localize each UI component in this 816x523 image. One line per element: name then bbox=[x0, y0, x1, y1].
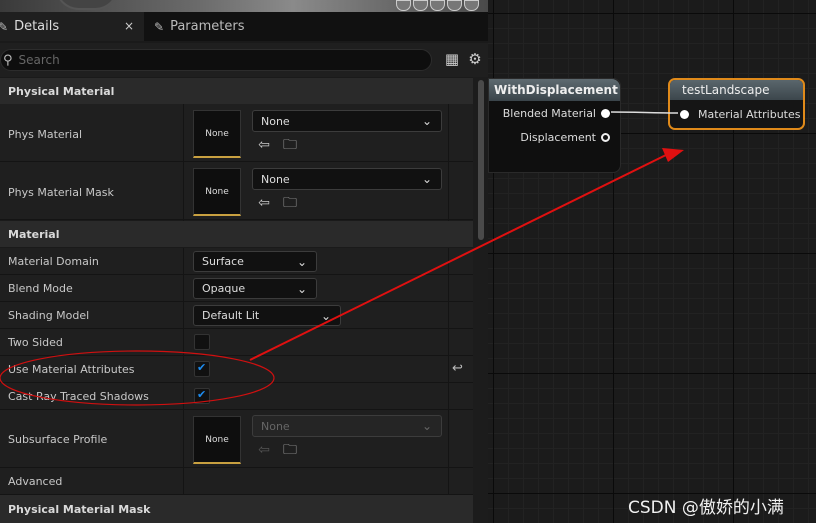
cast-ray-traced-shadows-checkbox[interactable] bbox=[194, 388, 210, 404]
chevron-down-icon: ⌄ bbox=[296, 282, 307, 296]
prop-label: Blend Mode bbox=[8, 282, 73, 295]
scrollbar-thumb[interactable] bbox=[478, 80, 484, 240]
prop-row-shading-model: Shading Model Default Lit ⌄ bbox=[0, 302, 473, 329]
browse-icon[interactable]: 🗀 bbox=[282, 195, 298, 211]
pin-connected-icon[interactable] bbox=[680, 110, 692, 119]
column-divider bbox=[183, 248, 184, 495]
search-icon: ⚲ bbox=[3, 52, 13, 68]
blend-node[interactable]: WithDisplacement Blended Material Displa… bbox=[488, 78, 621, 173]
select-value: Default Lit bbox=[202, 309, 260, 322]
pin-label: Displacement bbox=[520, 131, 596, 144]
use-selected-icon[interactable]: ⇦ bbox=[256, 195, 272, 211]
tab-details-label: Details bbox=[14, 19, 60, 34]
landscape-node[interactable]: testLandscape Material Attributes bbox=[668, 78, 805, 130]
pin-unconnected-icon[interactable] bbox=[601, 133, 610, 142]
use-selected-icon[interactable]: ⇦ bbox=[256, 442, 272, 458]
shading-model-select[interactable]: Default Lit ⌄ bbox=[193, 305, 341, 326]
details-tab-icon: ✎ bbox=[0, 19, 9, 34]
asset-thumbnail[interactable]: None bbox=[193, 110, 241, 158]
section-title: Material bbox=[8, 227, 60, 241]
prop-row-two-sided: Two Sided bbox=[0, 329, 473, 356]
chevron-down-icon: ⌄ bbox=[320, 309, 331, 323]
prop-label: Material Domain bbox=[8, 255, 99, 268]
tab-parameters-label: Parameters bbox=[170, 19, 245, 34]
pin-connected-icon[interactable] bbox=[601, 109, 610, 118]
prop-label: Two Sided bbox=[8, 336, 63, 349]
select-value: Opaque bbox=[202, 282, 246, 295]
asset-picker-dropdown[interactable]: None ⌄ bbox=[252, 415, 442, 437]
browse-icon[interactable]: 🗀 bbox=[282, 442, 298, 458]
close-icon[interactable]: × bbox=[124, 19, 134, 33]
input-pin-material-attributes[interactable]: Material Attributes bbox=[680, 108, 801, 121]
prop-row-material-domain: Material Domain Surface ⌄ bbox=[0, 248, 473, 275]
watermark: CSDN @傲娇的小满 bbox=[628, 498, 784, 518]
tab-details[interactable]: ✎ Details × bbox=[0, 12, 144, 41]
column-divider bbox=[183, 104, 184, 221]
pencil-icon: ✎ bbox=[154, 19, 165, 34]
output-pin-blended-material[interactable]: Blended Material bbox=[503, 107, 610, 120]
browse-icon[interactable]: 🗀 bbox=[282, 137, 298, 153]
tab-bar: ✎ Details × ✎ Parameters bbox=[0, 12, 488, 41]
column-divider bbox=[448, 104, 449, 221]
blend-mode-select[interactable]: Opaque ⌄ bbox=[193, 278, 317, 299]
use-material-attributes-checkbox[interactable] bbox=[194, 361, 210, 377]
material-domain-select[interactable]: Surface ⌄ bbox=[193, 251, 317, 272]
details-panel: ✎ Details × ✎ Parameters ⚲ Search ▦ ⚙ Ph… bbox=[0, 0, 488, 523]
prop-label: Phys Material Mask bbox=[8, 186, 114, 199]
prop-row-subsurface-profile: Subsurface Profile None None ⌄ ⇦ 🗀 bbox=[0, 410, 473, 468]
prop-label: Shading Model bbox=[8, 309, 90, 322]
section-physical-material[interactable]: Physical Material bbox=[0, 78, 473, 104]
section-title: Physical Material bbox=[8, 84, 115, 98]
column-divider bbox=[448, 248, 449, 495]
two-sided-checkbox[interactable] bbox=[194, 334, 210, 350]
asset-thumbnail[interactable]: None bbox=[193, 416, 241, 464]
reset-to-default-icon[interactable]: ↩ bbox=[452, 361, 463, 376]
prop-label: Use Material Attributes bbox=[8, 363, 135, 376]
prop-label: Subsurface Profile bbox=[8, 433, 108, 446]
prop-row-phys-material: Phys Material None None ⌄ ⇦ 🗀 bbox=[0, 104, 473, 162]
prop-label: Cast Ray Traced Shadows bbox=[8, 390, 149, 403]
select-value: Surface bbox=[202, 255, 244, 268]
prop-row-phys-material-mask: Phys Material Mask None None ⌄ ⇦ 🗀 bbox=[0, 162, 473, 220]
asset-picker-dropdown[interactable]: None ⌄ bbox=[252, 110, 442, 132]
section-material[interactable]: Material bbox=[0, 221, 473, 247]
search-placeholder: Search bbox=[18, 53, 60, 67]
asset-picker-dropdown[interactable]: None ⌄ bbox=[252, 168, 442, 190]
chevron-down-icon: ⌄ bbox=[421, 419, 432, 433]
chevron-down-icon: ⌄ bbox=[421, 172, 432, 186]
asset-picker-value: None bbox=[261, 419, 290, 433]
prop-row-advanced[interactable]: Advanced bbox=[0, 468, 473, 495]
tab-parameters[interactable]: ✎ Parameters bbox=[148, 12, 328, 41]
prop-row-cast-ray-traced-shadows: Cast Ray Traced Shadows bbox=[0, 383, 473, 410]
advanced-expander: Advanced bbox=[8, 475, 63, 488]
chevron-down-icon: ⌄ bbox=[421, 114, 432, 128]
gear-icon[interactable]: ⚙ bbox=[467, 51, 483, 67]
search-input[interactable]: ⚲ Search bbox=[0, 49, 432, 71]
node-title: testLandscape bbox=[670, 80, 803, 100]
table-view-icon[interactable]: ▦ bbox=[444, 51, 460, 67]
asset-picker-value: None bbox=[261, 114, 290, 128]
node-title: WithDisplacement bbox=[489, 79, 620, 101]
asset-picker-value: None bbox=[261, 172, 290, 186]
asset-thumbnail[interactable]: None bbox=[193, 168, 241, 216]
prop-label: Phys Material bbox=[8, 128, 83, 141]
prop-row-use-material-attributes: Use Material Attributes ↩ bbox=[0, 356, 473, 383]
use-selected-icon[interactable]: ⇦ bbox=[256, 137, 272, 153]
section-title: Physical Material Mask bbox=[8, 502, 151, 516]
pin-label: Blended Material bbox=[502, 107, 596, 120]
search-row: ⚲ Search ▦ ⚙ bbox=[0, 43, 488, 77]
output-pin-displacement[interactable]: Displacement bbox=[520, 131, 610, 144]
prop-row-blend-mode: Blend Mode Opaque ⌄ bbox=[0, 275, 473, 302]
chevron-down-icon: ⌄ bbox=[296, 255, 307, 269]
pin-label: Material Attributes bbox=[698, 108, 801, 121]
section-physical-material-mask[interactable]: Physical Material Mask bbox=[0, 495, 473, 523]
